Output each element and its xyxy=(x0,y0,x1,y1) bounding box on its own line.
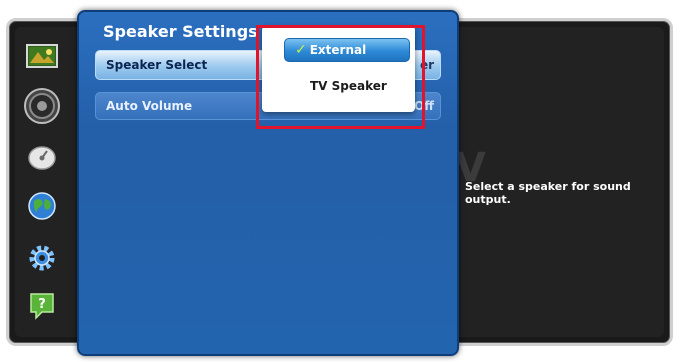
network-icon[interactable] xyxy=(22,188,62,224)
highlight-annotation-box xyxy=(256,25,425,129)
system-gear-icon[interactable] xyxy=(22,240,62,276)
help-description: Select a speaker for sound output. xyxy=(465,180,631,206)
speaker-select-label: Speaker Select xyxy=(106,58,208,72)
picture-icon[interactable] xyxy=(22,38,62,74)
panel-title: Speaker Settings xyxy=(103,22,258,41)
support-help-icon[interactable]: ? xyxy=(22,288,62,324)
svg-text:?: ? xyxy=(38,297,46,312)
sound-icon[interactable] xyxy=(22,88,62,124)
broadcast-icon[interactable] xyxy=(22,140,62,176)
auto-volume-label: Auto Volume xyxy=(106,99,193,113)
